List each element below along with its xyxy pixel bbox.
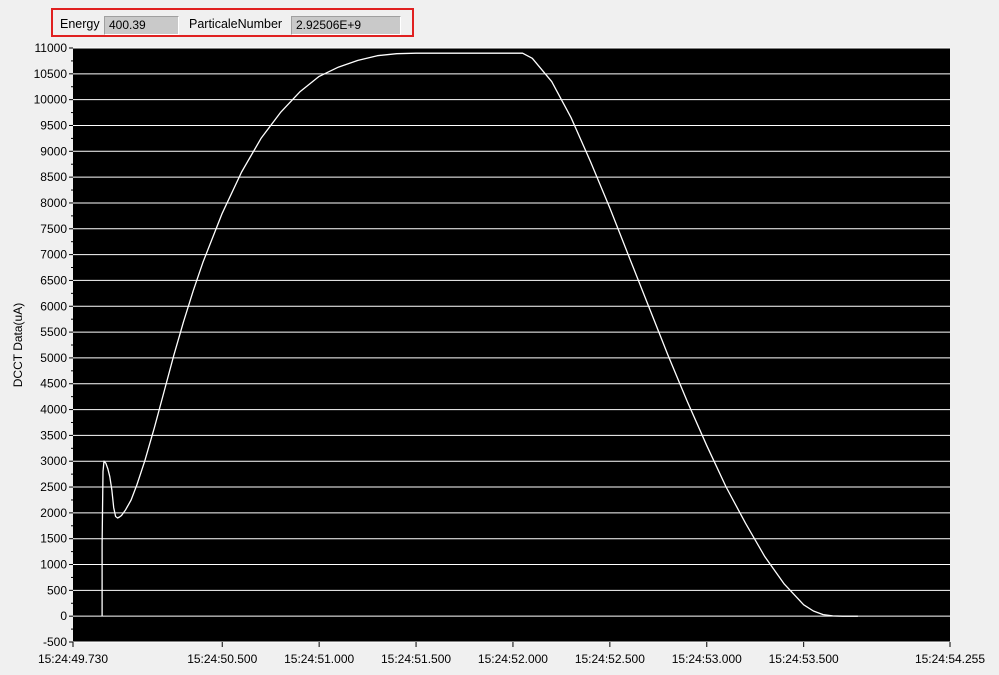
- y-tick-label: 5000: [40, 351, 67, 365]
- x-tick-label: 15:24:51.500: [381, 652, 451, 666]
- x-tick-label: 15:24:52.000: [478, 652, 548, 666]
- y-tick-label: 6500: [40, 273, 67, 287]
- x-tick-label: 15:24:52.500: [575, 652, 645, 666]
- x-tick-label: 15:24:53.000: [672, 652, 742, 666]
- y-tick-label: 1000: [40, 558, 67, 572]
- y-tick-label: 5500: [40, 325, 67, 339]
- y-tick-label: 4500: [40, 377, 67, 391]
- x-tick-label: 15:24:54.255: [915, 652, 985, 666]
- y-tick-label: 1500: [40, 532, 67, 546]
- y-tick-label: 7500: [40, 222, 67, 236]
- y-tick-label: 500: [47, 583, 67, 597]
- y-tick-label: 7000: [40, 248, 67, 262]
- y-tick-label: 9500: [40, 118, 67, 132]
- y-tick-label: -500: [43, 635, 67, 649]
- y-tick-label: 2500: [40, 480, 67, 494]
- y-tick-label: 11000: [35, 41, 68, 55]
- y-tick-label: 6000: [40, 299, 67, 313]
- y-tick-label: 10500: [34, 67, 68, 81]
- x-tick-label: 15:24:51.000: [284, 652, 354, 666]
- plot-area: [73, 48, 950, 642]
- y-tick-label: 8000: [40, 196, 67, 210]
- y-tick-label: 0: [60, 609, 67, 623]
- y-axis-label: DCCT Data(uA): [11, 303, 25, 387]
- x-tick-label: 15:24:53.500: [769, 652, 839, 666]
- y-tick-label: 8500: [40, 170, 67, 184]
- y-tick-label: 3000: [40, 454, 67, 468]
- x-tick-label: 15:24:50.500: [187, 652, 257, 666]
- x-tick-label: 15:24:49.730: [38, 652, 108, 666]
- y-tick-label: 9000: [40, 144, 67, 158]
- y-tick-label: 10000: [34, 93, 68, 107]
- y-tick-label: 3500: [40, 428, 67, 442]
- y-tick-label: 4000: [40, 403, 67, 417]
- y-tick-label: 2000: [40, 506, 67, 520]
- dcct-chart: -500 0 500 1000 1500 2000 2500 3000 3500 4000 4500…: [11, 41, 985, 666]
